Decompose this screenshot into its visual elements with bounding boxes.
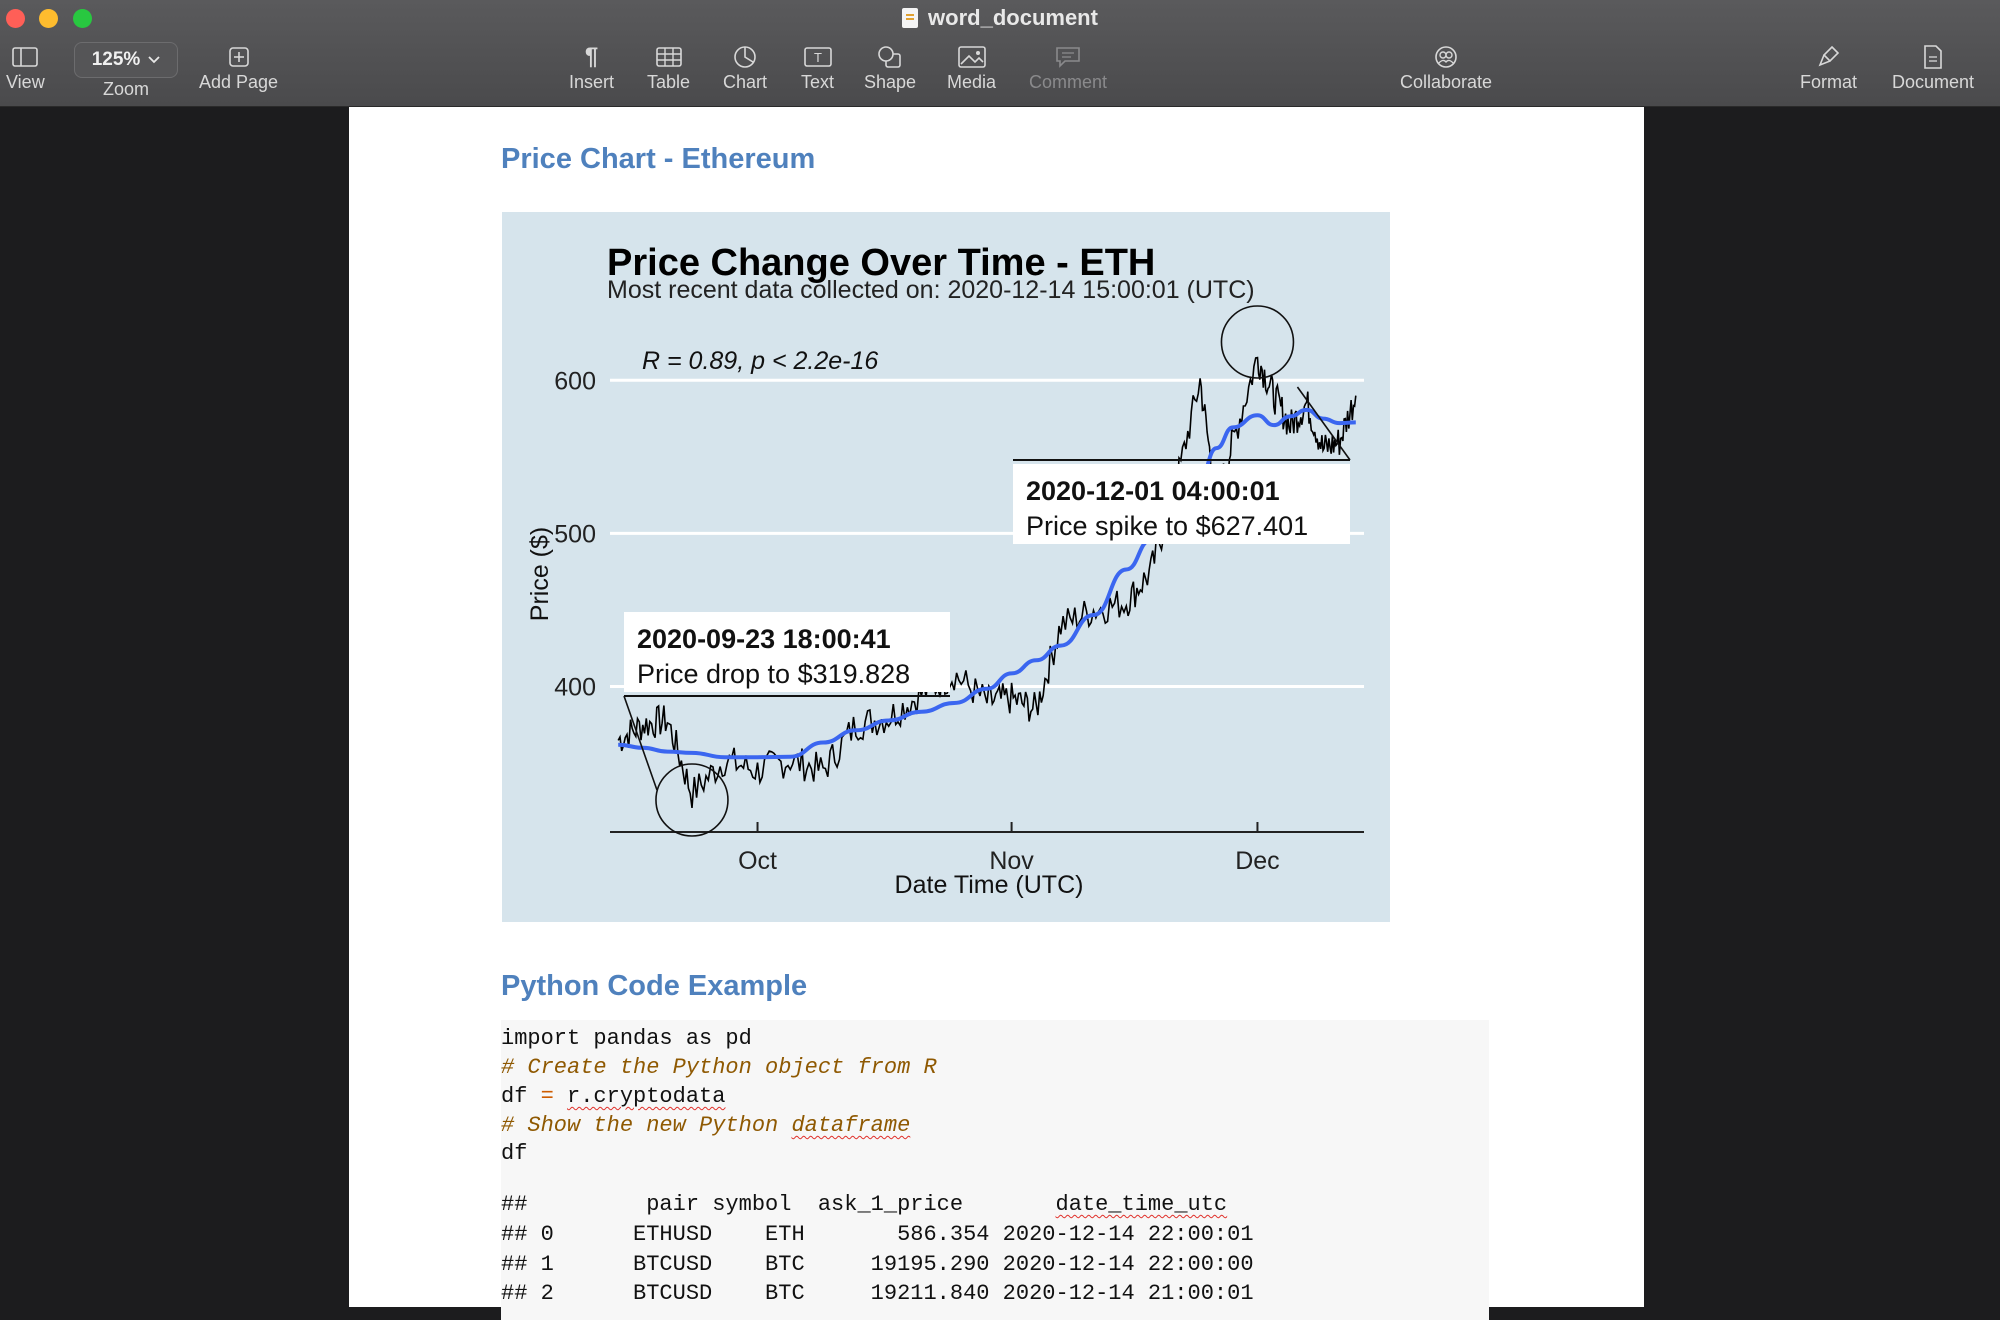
window-titlebar: word_document View 125% Zoom Add Page ¶ …: [0, 0, 2000, 107]
x-axis-title: Date Time (UTC): [895, 871, 1084, 899]
zoom-label: Zoom: [102, 79, 149, 99]
add-page-button[interactable]: Add Page: [199, 44, 278, 93]
price-series-line: [617, 356, 1357, 808]
embedded-chart-image[interactable]: Price Change Over Time - ETH Most recent…: [502, 212, 1390, 922]
code-comment-line: # Show the new Python dataframe: [501, 1112, 910, 1140]
y-axis-title: Price ($): [526, 527, 554, 621]
comment-icon: [1055, 44, 1081, 70]
output-row: ## 2 BTCUSD BTC 19211.840 2020-12-14 21:…: [501, 1281, 1254, 1306]
window-title-text: word_document: [928, 5, 1098, 30]
sidebar-icon: [12, 44, 39, 70]
text-button[interactable]: T Text: [801, 44, 834, 93]
x-tick-label: Dec: [1235, 847, 1279, 875]
code-line: df: [501, 1141, 528, 1166]
view-label: View: [6, 72, 45, 92]
pilcrow-icon: ¶: [584, 43, 599, 70]
table-icon: [655, 44, 682, 70]
shape-icon: [877, 44, 903, 70]
code-token-misspelled: r.cryptodata: [567, 1084, 726, 1109]
y-tick-label: 600: [554, 367, 596, 395]
collaborate-icon: [1432, 44, 1460, 70]
document-button[interactable]: Document: [1892, 44, 1974, 93]
y-tick-label: 500: [554, 520, 596, 548]
add-page-label: Add Page: [199, 72, 279, 92]
table-label: Table: [647, 72, 691, 92]
correlation-label: R = 0.89, p < 2.2e-16: [642, 347, 878, 375]
annotation-title: 2020-09-23 18:00:41: [637, 624, 891, 654]
comment-button[interactable]: Comment: [1029, 44, 1107, 93]
document-file-icon: [902, 8, 919, 28]
collaborate-label: Collaborate: [1400, 72, 1493, 92]
media-label: Media: [947, 72, 997, 92]
add-page-icon: [228, 44, 250, 70]
view-button[interactable]: View: [6, 44, 45, 93]
chart-svg: Price Change Over Time - ETH Most recent…: [526, 242, 1364, 899]
y-tick-label: 400: [554, 674, 596, 702]
image-icon: [957, 44, 986, 70]
output-row: ## 0 ETHUSD ETH 586.354 2020-12-14 22:00…: [501, 1222, 1254, 1247]
document-canvas[interactable]: Price Chart - Ethereum Price Change Over…: [0, 107, 2000, 1320]
text-label: Text: [801, 72, 835, 92]
svg-text:T: T: [814, 50, 822, 65]
chevron-down-icon: [148, 56, 160, 64]
code-operator: =: [540, 1084, 554, 1109]
text-box-icon: T: [803, 44, 832, 70]
insert-button[interactable]: ¶ Insert: [569, 43, 615, 93]
code-line: df = r.cryptodata: [501, 1083, 725, 1111]
shape-label: Shape: [864, 72, 917, 92]
heading-python-code[interactable]: Python Code Example: [501, 970, 807, 1003]
annotation-text: Price drop to $319.828: [637, 659, 910, 689]
annotation-title: 2020-12-01 04:00:01: [1026, 476, 1280, 506]
code-token-misspelled: dataframe: [791, 1113, 911, 1138]
shape-button[interactable]: Shape: [864, 44, 916, 93]
table-button[interactable]: Table: [647, 44, 690, 93]
format-label: Format: [1800, 72, 1858, 92]
insert-label: Insert: [569, 72, 615, 92]
document-label: Document: [1892, 72, 1975, 92]
format-button[interactable]: Format: [1800, 44, 1857, 93]
code-token-misspelled: date_time_utc: [1055, 1192, 1228, 1217]
zoom-select[interactable]: 125%: [74, 42, 178, 78]
window-title: word_document: [0, 4, 2000, 32]
code-block[interactable]: import pandas as pd # Create the Python …: [501, 1020, 1489, 1320]
trend-line: [618, 407, 1356, 760]
chart-label: Chart: [723, 72, 768, 92]
code-token: # Show the new Python: [501, 1113, 792, 1138]
collaborate-button[interactable]: Collaborate: [1400, 44, 1492, 93]
media-button[interactable]: Media: [947, 44, 996, 93]
document-page[interactable]: Price Chart - Ethereum Price Change Over…: [349, 107, 1644, 1320]
code-line: import pandas as pd: [501, 1026, 752, 1051]
chart-subtitle: Most recent data collected on: 2020-12-1…: [607, 276, 1255, 304]
code-comment-line: # Create the Python object from R: [501, 1055, 937, 1080]
heading-price-chart[interactable]: Price Chart - Ethereum: [501, 143, 815, 176]
paintbrush-icon: [1817, 44, 1841, 70]
annotation-text: Price spike to $627.401: [1026, 511, 1308, 541]
x-tick-label: Oct: [738, 847, 777, 875]
pie-chart-icon: [733, 44, 757, 70]
comment-label: Comment: [1029, 72, 1108, 92]
document-icon: [1923, 44, 1943, 70]
zoom-value: 125%: [91, 49, 141, 70]
code-token: df: [501, 1084, 528, 1109]
code-token: ## pair symbol ask_1_price: [501, 1192, 1056, 1217]
output-row: ## 1 BTCUSD BTC 19195.290 2020-12-14 22:…: [501, 1252, 1254, 1277]
output-header-line: ## pair symbol ask_1_price date_time_utc: [501, 1191, 1227, 1219]
chart-button[interactable]: Chart: [723, 44, 767, 93]
